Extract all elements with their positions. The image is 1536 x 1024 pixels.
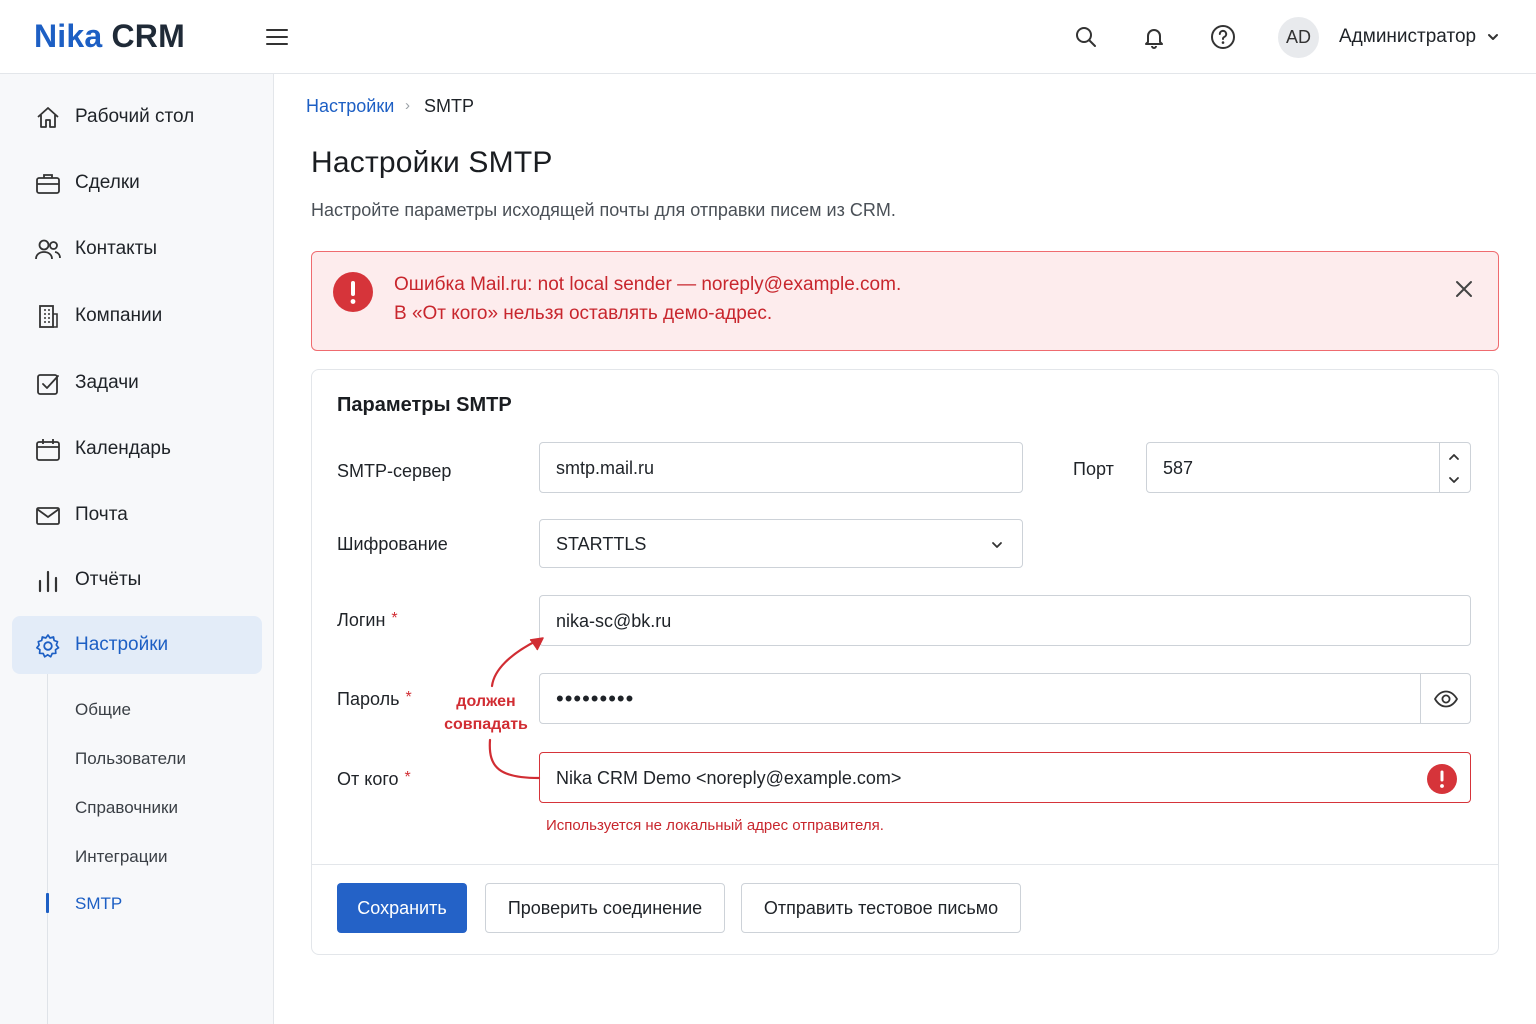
sidebar-item-tasks[interactable]: Задачи	[12, 354, 262, 412]
required-mark: *	[391, 610, 398, 627]
smtp-server-label: SMTP-сервер	[337, 461, 452, 481]
login-label: Логин *	[337, 610, 398, 631]
annotation-line2: совпадать	[444, 716, 528, 733]
port-value: 587	[1163, 458, 1194, 478]
logo-crm: CRM	[111, 18, 185, 54]
submenu-item-users[interactable]: Пользователи	[75, 749, 186, 769]
password-input[interactable]: •••••••••	[539, 673, 1471, 724]
chevron-down-icon[interactable]	[1446, 472, 1462, 488]
sidebar-item-reports[interactable]: Отчёты	[12, 551, 262, 609]
sidebar-item-label: Настройки	[75, 634, 169, 655]
gear-icon	[36, 634, 60, 658]
close-icon[interactable]	[1452, 277, 1476, 301]
users-icon	[35, 239, 61, 260]
submenu-item-integrations[interactable]: Интеграции	[75, 847, 168, 867]
breadcrumb-settings-link[interactable]: Настройки	[306, 96, 394, 117]
help-icon[interactable]	[1205, 19, 1241, 55]
card-divider	[312, 864, 1498, 865]
sidebar-item-label: Задачи	[75, 372, 139, 393]
alert-message-line2: В «От кого» нельзя оставлять демо-адрес.	[394, 303, 773, 324]
sidebar-item-calendar[interactable]: Календарь	[12, 420, 262, 478]
top-header: Nika CRM AD Администратор	[0, 0, 1536, 74]
submenu-item-smtp[interactable]: SMTP	[75, 894, 122, 914]
submenu-guide-line	[47, 674, 48, 1024]
chevron-down-icon	[992, 542, 1002, 548]
port-label: Порт	[1073, 459, 1114, 479]
page-title: Настройки SMTP	[311, 146, 553, 179]
from-value: Nika CRM Demo <noreply@example.com>	[556, 768, 902, 788]
logo-nika: Nika	[34, 18, 103, 54]
user-name[interactable]: Администратор	[1339, 26, 1476, 48]
bar-chart-icon	[38, 570, 58, 593]
chevron-up-icon[interactable]	[1446, 449, 1462, 465]
error-alert: Ошибка Mail.ru: not local sender — norep…	[311, 251, 1499, 351]
from-label-text: От кого	[337, 769, 399, 789]
sidebar-item-label: Контакты	[75, 238, 158, 259]
match-annotation: должен совпадать	[440, 690, 532, 736]
encryption-label: Шифрование	[337, 534, 448, 554]
password-label: Пароль *	[337, 689, 412, 710]
sidebar-item-label: Рабочий стол	[75, 106, 195, 127]
sidebar-item-label: Календарь	[75, 438, 171, 459]
sidebar-item-settings[interactable]: Настройки	[12, 616, 262, 674]
sidebar-item-contacts[interactable]: Контакты	[12, 220, 262, 278]
login-label-text: Логин	[337, 610, 386, 630]
smtp-server-value: smtp.mail.ru	[556, 458, 655, 478]
briefcase-icon	[36, 174, 60, 194]
encryption-select[interactable]: STARTTLS	[539, 519, 1023, 568]
error-icon	[333, 272, 373, 312]
save-button[interactable]: Сохранить	[337, 883, 467, 933]
sidebar-item-label: Компании	[75, 305, 163, 326]
from-label: От кого *	[337, 769, 411, 790]
app-logo[interactable]: Nika CRM	[34, 18, 185, 55]
sidebar-item-label: Отчёты	[75, 569, 142, 590]
login-value: nika-sc@bk.ru	[556, 611, 672, 631]
submenu-item-general[interactable]: Общие	[75, 700, 131, 720]
sidebar-item-companies[interactable]: Компании	[12, 287, 262, 345]
breadcrumb-separator: ›	[405, 97, 410, 114]
sidebar-item-label: Почта	[75, 504, 128, 525]
stepper-divider	[1439, 443, 1440, 492]
encryption-value: STARTTLS	[556, 534, 647, 554]
required-mark: *	[404, 769, 411, 786]
required-mark: *	[405, 689, 412, 706]
from-input[interactable]: Nika CRM Demo <noreply@example.com>	[539, 752, 1471, 803]
checkbox-icon	[37, 374, 59, 395]
page-subtitle: Настройте параметры исходящей почты для …	[311, 200, 896, 220]
smtp-server-input[interactable]: smtp.mail.ru	[539, 442, 1023, 493]
error-icon	[1427, 764, 1457, 794]
check-connection-button[interactable]: Проверить соединение	[485, 883, 725, 933]
submenu-active-marker	[46, 893, 49, 913]
calendar-icon	[36, 439, 60, 461]
menu-toggle-icon[interactable]	[262, 22, 292, 52]
eye-icon[interactable]	[1433, 687, 1459, 711]
login-input[interactable]: nika-sc@bk.ru	[539, 595, 1471, 646]
avatar[interactable]: AD	[1278, 17, 1319, 58]
search-icon[interactable]	[1068, 19, 1104, 55]
annotation-line1: должен	[456, 693, 516, 710]
sidebar-item-deals[interactable]: Сделки	[12, 154, 262, 212]
alert-message-line1: Ошибка Mail.ru: not local sender — norep…	[394, 274, 902, 295]
sidebar-item-label: Сделки	[75, 172, 140, 193]
password-divider	[1420, 674, 1421, 723]
building-icon	[39, 305, 58, 328]
bell-icon[interactable]	[1136, 19, 1172, 55]
port-stepper[interactable]: 587	[1146, 442, 1471, 493]
from-error-message: Используется не локальный адрес отправит…	[546, 817, 884, 834]
password-label-text: Пароль	[337, 689, 400, 709]
sidebar-item-mail[interactable]: Почта	[12, 486, 262, 544]
home-icon	[37, 107, 59, 128]
password-value: •••••••••	[556, 686, 635, 711]
chevron-down-icon[interactable]	[1484, 28, 1502, 46]
send-test-email-button[interactable]: Отправить тестовое письмо	[741, 883, 1021, 933]
card-title: Параметры SMTP	[337, 394, 512, 416]
submenu-item-dictionaries[interactable]: Справочники	[75, 798, 178, 818]
mail-icon	[36, 507, 60, 525]
sidebar: Рабочий стол Сделки Контакты Компании За…	[0, 74, 274, 1024]
sidebar-item-dashboard[interactable]: Рабочий стол	[12, 88, 262, 146]
breadcrumb-current: SMTP	[424, 96, 475, 116]
